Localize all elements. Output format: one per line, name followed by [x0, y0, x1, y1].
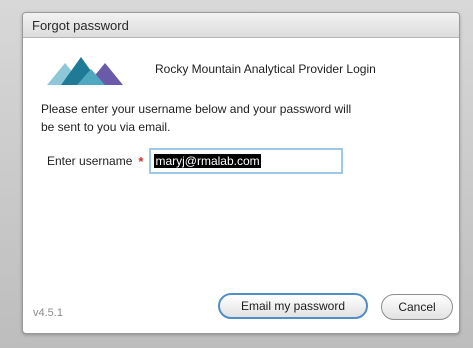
instructions-text: Please enter your username below and you…: [41, 102, 352, 134]
email-password-button[interactable]: Email my password: [218, 293, 368, 319]
forgot-password-dialog: Forgot password Rocky Mountain Analytica…: [22, 12, 460, 334]
email-password-button-label: Email my password: [240, 299, 346, 313]
username-input[interactable]: maryj@rmalab.com: [149, 148, 344, 174]
dialog-title: Forgot password: [32, 17, 129, 33]
mountain-logo-icon: [47, 57, 123, 85]
cancel-button[interactable]: Cancel: [381, 294, 453, 320]
window-frame: Forgot password Rocky Mountain Analytica…: [0, 0, 473, 348]
username-row: Enter username * maryj@rmalab.com: [47, 148, 344, 174]
dialog-header: Rocky Mountain Analytical Provider Login: [47, 53, 376, 85]
required-marker: *: [138, 153, 144, 169]
provider-login-heading: Rocky Mountain Analytical Provider Login: [155, 62, 376, 76]
username-label: Enter username: [47, 154, 133, 168]
dialog-titlebar: Forgot password: [23, 13, 459, 38]
username-input-value: maryj@rmalab.com: [154, 154, 261, 168]
cancel-button-label: Cancel: [398, 300, 436, 314]
version-label: v4.5.1: [33, 307, 63, 319]
